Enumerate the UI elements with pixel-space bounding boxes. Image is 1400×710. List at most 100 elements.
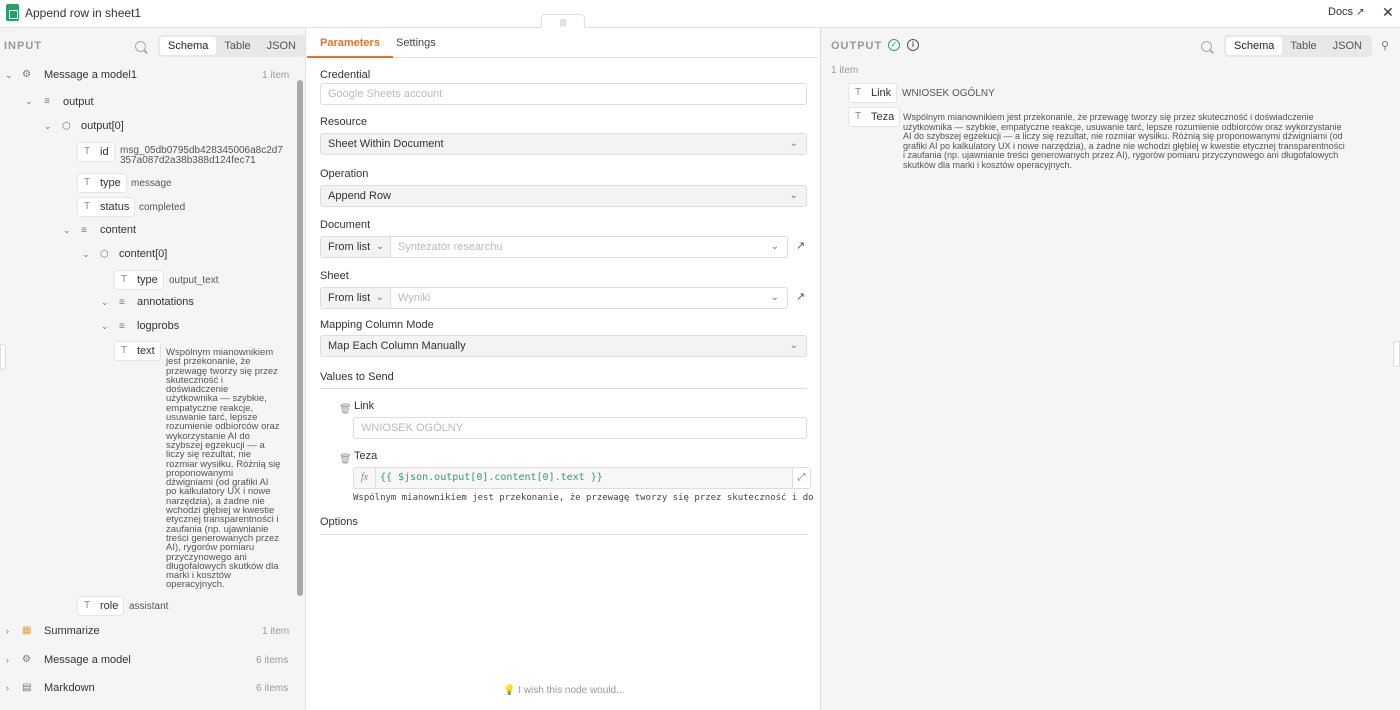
tab-schema[interactable]: Schema: [160, 37, 217, 55]
expand-icon[interactable]: ⤢: [792, 468, 810, 488]
chevron-right-icon[interactable]: ›: [6, 683, 9, 693]
ctype-value: output_text: [169, 275, 219, 286]
close-icon[interactable]: ✕: [1382, 4, 1394, 21]
role-value: assistant: [129, 601, 169, 612]
chevron-down-icon[interactable]: ⌄: [101, 297, 109, 308]
chevron-down-icon[interactable]: ⌄: [82, 249, 90, 260]
tree-key-id[interactable]: Tid: [77, 142, 115, 162]
document-select[interactable]: From list ⌄ Syntezator researchu ⌄: [320, 236, 788, 258]
array-icon: ≡: [119, 321, 125, 332]
tree-key-annotations: annotations: [137, 296, 194, 308]
chevron-down-icon: ⌄: [375, 292, 384, 303]
object-icon: ⬡: [100, 249, 109, 260]
success-check-icon: ✓: [888, 39, 900, 51]
document-mode-select[interactable]: From list ⌄: [321, 237, 391, 257]
mapping-select[interactable]: Map Each Column Manually ⌄: [320, 335, 807, 357]
operation-value: Append Row: [328, 190, 391, 202]
id-value-line2: 357a087d2a38b388d124fec71: [120, 155, 256, 166]
chevron-down-icon: ⌄: [789, 340, 798, 351]
chevron-right-icon[interactable]: ›: [6, 626, 9, 636]
chevron-down-icon[interactable]: ⌄: [101, 321, 109, 332]
tree-key-text[interactable]: Ttext: [114, 341, 161, 361]
collapse-right-handle[interactable]: [1393, 341, 1400, 367]
external-link-icon[interactable]: ↗: [796, 290, 805, 303]
link-input[interactable]: WNIOSEK OGÓLNY: [353, 417, 807, 439]
trash-icon[interactable]: 🗑: [339, 454, 352, 465]
credential-placeholder: Google Sheets account: [328, 88, 443, 100]
tab-settings[interactable]: Settings: [396, 28, 436, 58]
key-label: text: [137, 345, 155, 357]
text-type-icon: T: [855, 87, 862, 98]
output-key-link[interactable]: T Link: [848, 83, 898, 103]
key-label: status: [100, 201, 130, 213]
divider: [320, 388, 807, 389]
output-count: 1 item: [831, 65, 859, 76]
search-icon[interactable]: [135, 41, 146, 52]
item-count: 6 items: [256, 655, 289, 666]
text-value-line: operacyjnych.: [166, 579, 225, 591]
sheet-select[interactable]: From list ⌄ Wyniki ⌄: [320, 287, 788, 309]
tree-key-status[interactable]: Tstatus: [77, 197, 136, 217]
output-view-switch: Schema Table JSON: [1224, 35, 1372, 57]
text-type-icon: T: [121, 345, 128, 356]
resource-select[interactable]: Sheet Within Document ⌄: [320, 133, 807, 155]
text-type-icon: T: [84, 146, 91, 157]
teza-preview: Wspólnym mianownikiem jest przekonanie, …: [353, 493, 813, 503]
tab-json[interactable]: JSON: [259, 37, 304, 55]
link-label: Link: [354, 400, 375, 412]
tree-key-output: output: [63, 96, 94, 108]
summarize-icon: ▦: [22, 625, 32, 636]
document-placeholder: Syntezator researchu: [398, 241, 503, 253]
node-title[interactable]: Append row in sheet1: [25, 6, 141, 20]
item-count: 1 item: [262, 626, 290, 637]
output-key-teza[interactable]: T Teza: [848, 107, 901, 127]
pin-icon[interactable]: ⚲: [1381, 39, 1389, 52]
node-message-model[interactable]: Message a model: [44, 650, 131, 670]
sheet-mode-select[interactable]: From list ⌄: [321, 288, 391, 308]
object-icon: ⬡: [62, 121, 71, 132]
teza-label: Teza: [354, 450, 378, 462]
tab-table[interactable]: Table: [1282, 37, 1324, 55]
credential-select[interactable]: Google Sheets account: [320, 83, 807, 105]
chevron-down-icon[interactable]: ⌄: [25, 96, 33, 107]
output-panel: OUTPUT ✓ i Schema Table JSON ⚲ 1 item TL…: [820, 28, 1400, 710]
tab-json[interactable]: JSON: [1325, 37, 1370, 55]
type-value: message: [131, 178, 172, 189]
chevron-right-icon[interactable]: ›: [6, 655, 9, 665]
text-type-icon: T: [84, 201, 91, 212]
tree-key-type[interactable]: Ttype: [77, 173, 127, 193]
tab-schema[interactable]: Schema: [1226, 37, 1283, 55]
node-summarize[interactable]: Summarize: [44, 621, 100, 641]
tree-key-logprobs: logprobs: [137, 320, 180, 332]
node-name[interactable]: Message a model1: [44, 65, 137, 85]
output-teza-value: Wspólnym mianownikiem jest przekonanie, …: [903, 112, 1393, 171]
external-link-icon: ↗: [1356, 7, 1365, 18]
item-count: 6 items: [256, 683, 289, 694]
search-icon[interactable]: [1201, 41, 1212, 52]
chevron-down-icon[interactable]: ⌄: [5, 70, 13, 81]
chevron-down-icon: ⌄: [789, 190, 798, 201]
docs-link[interactable]: Docs ↗: [1328, 6, 1364, 18]
chevron-down-icon: ⌄: [770, 292, 779, 303]
chevron-down-icon[interactable]: ⌄: [63, 225, 71, 236]
info-icon[interactable]: i: [907, 39, 919, 51]
teza-expression-input[interactable]: fx {{ $json.output[0].content[0].text }}…: [353, 467, 811, 489]
operation-select[interactable]: Append Row ⌄: [320, 185, 807, 207]
tree-key-ctype[interactable]: Ttype: [114, 270, 164, 290]
external-link-icon[interactable]: ↗: [796, 239, 805, 252]
scrollbar[interactable]: [297, 80, 303, 596]
node-markdown[interactable]: Markdown: [44, 678, 95, 698]
tree-key-role[interactable]: Trole: [77, 596, 125, 616]
collapse-left-handle[interactable]: [0, 344, 6, 370]
document-mode-value: From list: [328, 241, 371, 253]
key-label: Teza: [871, 111, 895, 123]
tab-parameters[interactable]: Parameters: [307, 28, 393, 58]
feedback-link[interactable]: 💡 I wish this node would...: [503, 685, 624, 696]
chevron-down-icon[interactable]: ⌄: [44, 121, 52, 132]
resource-label: Resource: [320, 116, 368, 128]
tab-table[interactable]: Table: [216, 37, 258, 55]
key-label: role: [100, 600, 119, 612]
trash-icon[interactable]: 🗑: [339, 404, 352, 415]
chevron-down-icon: ⌄: [375, 241, 384, 252]
key-label: Link: [871, 87, 892, 99]
